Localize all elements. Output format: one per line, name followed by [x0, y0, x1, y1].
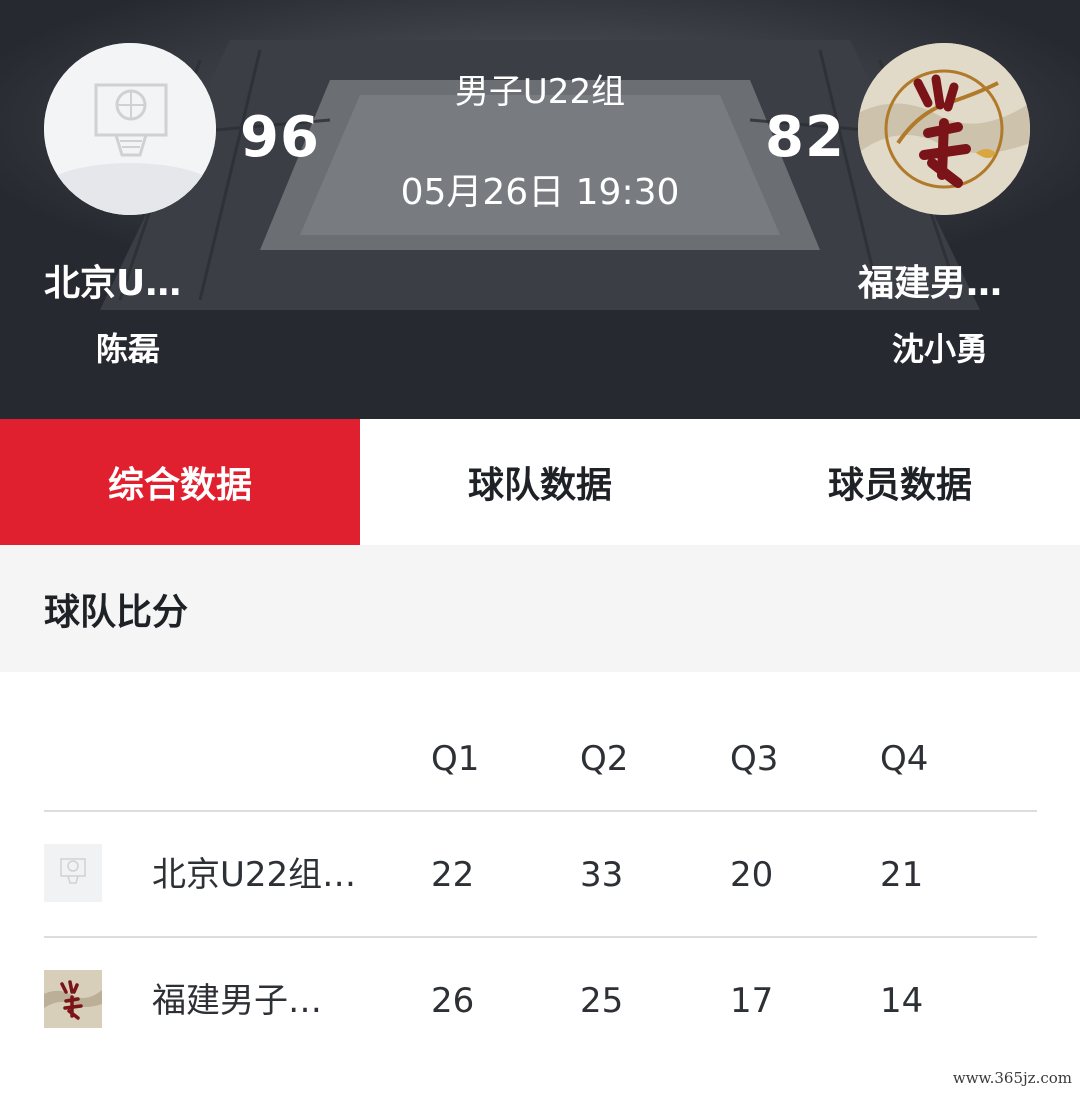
table-header-row: Q1 Q2 Q3 Q4	[44, 672, 1037, 812]
row-score-q1: 22	[431, 855, 475, 895]
tab-team-stats[interactable]: 球队数据	[360, 419, 720, 545]
section-title: 球队比分	[44, 591, 189, 633]
fujian-calligraphy-logo	[44, 970, 102, 1028]
row-score-q4: 21	[880, 855, 924, 895]
away-score: 82	[765, 105, 845, 170]
away-team-logo[interactable]	[858, 43, 1030, 215]
row-team-name: 北京U22组…	[152, 855, 357, 895]
table-row[interactable]: 北京U22组… 22 33 20 21	[44, 812, 1037, 938]
tab-overall-stats[interactable]: 综合数据	[0, 419, 360, 545]
row-score-q3: 20	[730, 855, 774, 895]
home-team-logo[interactable]	[44, 43, 216, 215]
away-team-name[interactable]: 福建男…	[858, 258, 1002, 310]
home-team-row-logo	[44, 844, 102, 902]
basketball-hoop-icon	[44, 844, 102, 902]
watermark-text: www.365jz.com	[952, 1069, 1072, 1087]
header-q4: Q4	[880, 739, 929, 779]
basketball-hoop-icon	[44, 43, 216, 215]
match-datetime: 05月26日 19:30	[400, 172, 680, 213]
home-coach-name: 陈磊	[96, 330, 161, 368]
header-q3: Q3	[730, 739, 779, 779]
section-header: 球队比分	[0, 545, 1080, 672]
row-team-name: 福建男子…	[152, 981, 322, 1021]
row-score-q2: 25	[580, 981, 624, 1021]
fujian-calligraphy-logo	[858, 43, 1030, 215]
header-q2: Q2	[580, 739, 629, 779]
stats-tab-bar: 综合数据 球队数据 球员数据	[0, 419, 1080, 545]
home-team-name[interactable]: 北京U…	[44, 258, 181, 310]
row-score-q3: 17	[730, 981, 774, 1021]
match-header: 96 男子U22组 05月26日 19:30 82 北京U… 福建男… 陈磊 沈…	[0, 0, 1080, 419]
row-score-q1: 26	[431, 981, 475, 1021]
home-score: 96	[240, 105, 320, 170]
away-coach-name: 沈小勇	[892, 330, 989, 368]
row-score-q4: 14	[880, 981, 924, 1021]
header-q1: Q1	[431, 739, 480, 779]
row-score-q2: 33	[580, 855, 624, 895]
quarter-score-table: Q1 Q2 Q3 Q4 北京U22组… 22 33 20 21 福建男子… 26…	[44, 672, 1037, 1064]
away-team-row-logo	[44, 970, 102, 1028]
table-row[interactable]: 福建男子… 26 25 17 14	[44, 938, 1037, 1064]
match-group-title: 男子U22组	[454, 72, 626, 112]
tab-player-stats[interactable]: 球员数据	[720, 419, 1080, 545]
